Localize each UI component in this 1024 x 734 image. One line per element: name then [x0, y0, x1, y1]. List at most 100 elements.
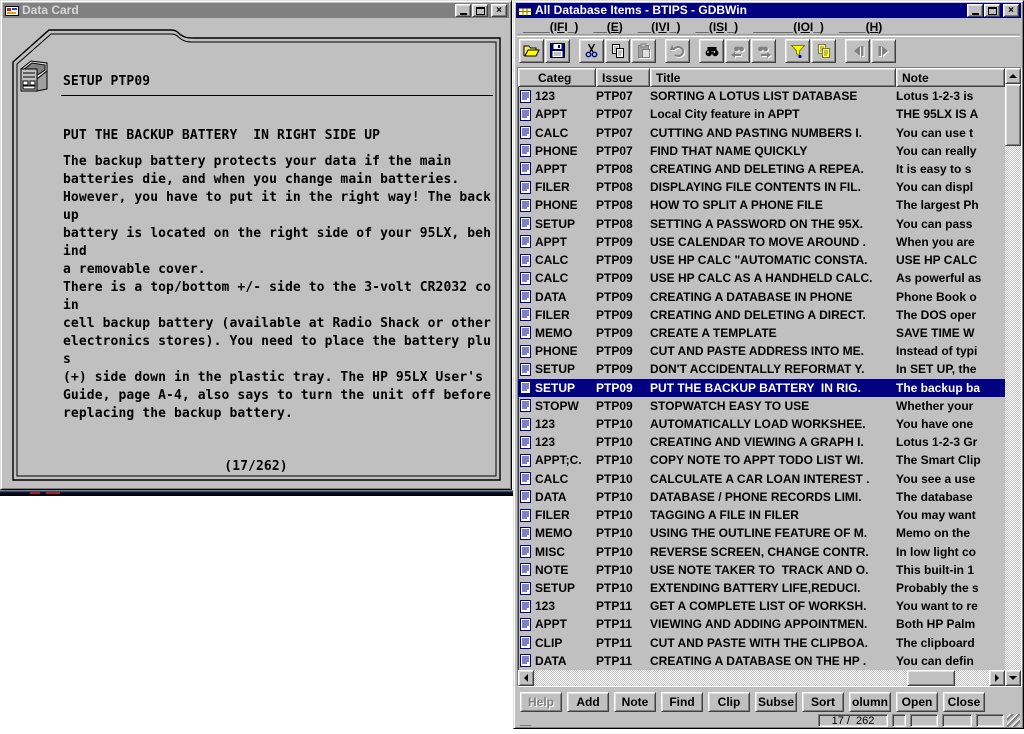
scroll-right-button[interactable]	[989, 670, 1005, 686]
command-button[interactable]: Find	[661, 692, 703, 712]
previous-record-button[interactable]	[845, 39, 870, 63]
close-button[interactable]: ×	[1003, 4, 1019, 17]
table-row[interactable]: 123 PTP07 SORTING A LOTUS LIST DATABASE …	[518, 87, 1005, 105]
row-title: AUTOMATICALLY LOAD WORKSHEE.	[650, 417, 896, 431]
column-header-note[interactable]: Note	[896, 68, 1005, 87]
horizontal-scroll-track[interactable]	[534, 670, 989, 686]
copy-button[interactable]	[605, 39, 630, 63]
menu-item[interactable]: ____(IFI_)	[523, 20, 578, 34]
table-row[interactable]: DATA PTP09 CREATING A DATABASE IN PHONE …	[518, 287, 1005, 305]
copy-to-clipboard-button[interactable]	[811, 39, 836, 63]
minimize-button[interactable]	[967, 4, 983, 17]
document-icon	[520, 436, 531, 449]
column-header-categ[interactable]: Categ	[518, 68, 596, 87]
command-button[interactable]: Subse	[755, 692, 797, 712]
table-row[interactable]: FILER PTP10 TAGGING A FILE IN FILER You …	[518, 506, 1005, 524]
table-row[interactable]: CALC PTP09 USE HP CALC AS A HANDHELD CAL…	[518, 269, 1005, 287]
table-row[interactable]: SETUP PTP08 SETTING A PASSWORD ON THE 95…	[518, 215, 1005, 233]
row-title: CUTTING AND PASTING NUMBERS I.	[650, 126, 896, 140]
table-row[interactable]: 123 PTP11 GET A COMPLETE LIST OF WORKSH.…	[518, 597, 1005, 615]
card-record-counter: (17/262)	[3, 459, 509, 474]
command-button[interactable]: olumn	[849, 692, 891, 712]
table-row[interactable]: STOPW PTP09 STOPWATCH EASY TO USE Whethe…	[518, 397, 1005, 415]
gdbwin-titlebar[interactable]: All Database Items - BTIPS - GDBWin ×	[516, 3, 1021, 18]
row-title: STOPWATCH EASY TO USE	[650, 399, 896, 413]
table-row[interactable]: MISC PTP10 REVERSE SCREEN, CHANGE CONTR.…	[518, 542, 1005, 560]
table-row[interactable]: DATA PTP11 CREATING A DATABASE ON THE HP…	[518, 652, 1005, 670]
resize-grip[interactable]	[1007, 714, 1020, 727]
table-row[interactable]: SETUP PTP10 EXTENDING BATTERY LIFE,REDUC…	[518, 579, 1005, 597]
cut-button[interactable]	[579, 39, 604, 63]
menu-item[interactable]: ____(H)	[839, 20, 882, 34]
table-row[interactable]: APPT PTP07 Local City feature in APPT TH…	[518, 105, 1005, 123]
table-row[interactable]: CALC PTP07 CUTTING AND PASTING NUMBERS I…	[518, 123, 1005, 141]
column-header-title[interactable]: Title	[650, 68, 896, 87]
table-row[interactable]: NOTE PTP10 USE NOTE TAKER TO TRACK AND O…	[518, 561, 1005, 579]
table-row[interactable]: APPT;C. PTP10 COPY NOTE TO APPT TODO LIS…	[518, 451, 1005, 469]
table-row[interactable]: PHONE PTP09 CUT AND PASTE ADDRESS INTO M…	[518, 342, 1005, 360]
horizontal-scroll-thumb[interactable]	[907, 670, 955, 686]
row-title: Local City feature in APPT	[650, 107, 896, 121]
command-button[interactable]: Sort	[802, 692, 844, 712]
maximize-button[interactable]	[984, 4, 1000, 17]
table-row[interactable]: CALC PTP09 USE HP CALC "AUTOMATIC CONSTA…	[518, 251, 1005, 269]
table-row[interactable]: SETUP PTP09 PUT THE BACKUP BATTERY IN RI…	[518, 379, 1005, 397]
row-categ: APPT;C.	[535, 453, 582, 467]
table-row[interactable]: APPT PTP09 USE CALENDAR TO MOVE AROUND .…	[518, 233, 1005, 251]
scroll-down-button[interactable]	[1005, 670, 1021, 686]
find-previous-button[interactable]	[725, 39, 750, 63]
table-row[interactable]: APPT PTP08 CREATING AND DELETING A REPEA…	[518, 160, 1005, 178]
row-note: As powerful as	[896, 271, 1005, 285]
document-icon	[520, 326, 531, 339]
data-card-titlebar[interactable]: Data Card ×	[3, 3, 509, 18]
minimize-button[interactable]	[455, 4, 471, 17]
menu-item[interactable]: __(E)	[593, 20, 622, 34]
find-next-button[interactable]	[751, 39, 776, 63]
menu-bar: ____(IFI_) __(E) __(IVI_) __(ISI_) _____…	[517, 19, 1020, 35]
table-row[interactable]: FILER PTP09 CREATING AND DELETING A DIRE…	[518, 306, 1005, 324]
command-button[interactable]: Clip	[708, 692, 750, 712]
table-row[interactable]: FILER PTP08 DISPLAYING FILE CONTENTS IN …	[518, 178, 1005, 196]
open-button[interactable]	[519, 39, 544, 63]
command-button[interactable]: Note	[614, 692, 656, 712]
column-header-issue[interactable]: Issue	[596, 68, 650, 87]
vertical-scroll-thumb[interactable]	[1005, 84, 1021, 146]
paste-button[interactable]	[631, 39, 656, 63]
maximize-button[interactable]	[472, 4, 488, 17]
command-button[interactable]: Close	[943, 692, 985, 712]
table-row[interactable]: MEMO PTP09 CREATE A TEMPLATE SAVE TIME W	[518, 324, 1005, 342]
table-row[interactable]: 123 PTP10 AUTOMATICALLY LOAD WORKSHEE. Y…	[518, 415, 1005, 433]
next-record-button[interactable]	[871, 39, 896, 63]
menu-item[interactable]: __(IVI_)	[638, 20, 681, 34]
table-row[interactable]: SETUP PTP09 DON'T ACCIDENTALLY REFORMAT …	[518, 360, 1005, 378]
table-row[interactable]: DATA PTP10 DATABASE / PHONE RECORDS LIMI…	[518, 488, 1005, 506]
table-row[interactable]: APPT PTP11 VIEWING AND ADDING APPOINTMEN…	[518, 615, 1005, 633]
vertical-scrollbar[interactable]	[1005, 68, 1021, 686]
table-row[interactable]: 123 PTP10 CREATING AND VIEWING A GRAPH I…	[518, 433, 1005, 451]
save-button[interactable]	[545, 39, 570, 63]
row-note: The Smart Clip	[896, 453, 1005, 467]
find-button[interactable]	[699, 39, 724, 63]
vertical-scroll-track[interactable]	[1005, 84, 1021, 670]
horizontal-scrollbar[interactable]	[518, 670, 1005, 686]
scroll-left-button[interactable]	[518, 670, 534, 686]
table-row[interactable]: CALC PTP10 CALCULATE A CAR LOAN INTEREST…	[518, 470, 1005, 488]
menu-item[interactable]: __(ISI_)	[695, 20, 738, 34]
table-row[interactable]: CLIP PTP11 CUT AND PASTE WITH THE CLIPBO…	[518, 634, 1005, 652]
filter-button[interactable]	[785, 39, 810, 63]
command-button[interactable]: Help	[520, 692, 562, 712]
undo-button[interactable]	[665, 39, 690, 63]
row-title: FIND THAT NAME QUICKLY	[650, 144, 896, 158]
row-title: GET A COMPLETE LIST OF WORKSH.	[650, 599, 896, 613]
table-row[interactable]: MEMO PTP10 USING THE OUTLINE FEATURE OF …	[518, 524, 1005, 542]
background-window-edge	[0, 490, 513, 496]
command-button[interactable]: Add	[567, 692, 609, 712]
menu-item[interactable]: ______(IOI_)	[753, 20, 824, 34]
row-note: You have one	[896, 417, 1005, 431]
command-button[interactable]: Open	[896, 692, 938, 712]
table-row[interactable]: PHONE PTP07 FIND THAT NAME QUICKLY You c…	[518, 142, 1005, 160]
previous-record-icon	[850, 43, 866, 59]
close-button[interactable]: ×	[491, 4, 507, 17]
table-row[interactable]: PHONE PTP08 HOW TO SPLIT A PHONE FILE Th…	[518, 196, 1005, 214]
scroll-up-button[interactable]	[1005, 68, 1021, 84]
